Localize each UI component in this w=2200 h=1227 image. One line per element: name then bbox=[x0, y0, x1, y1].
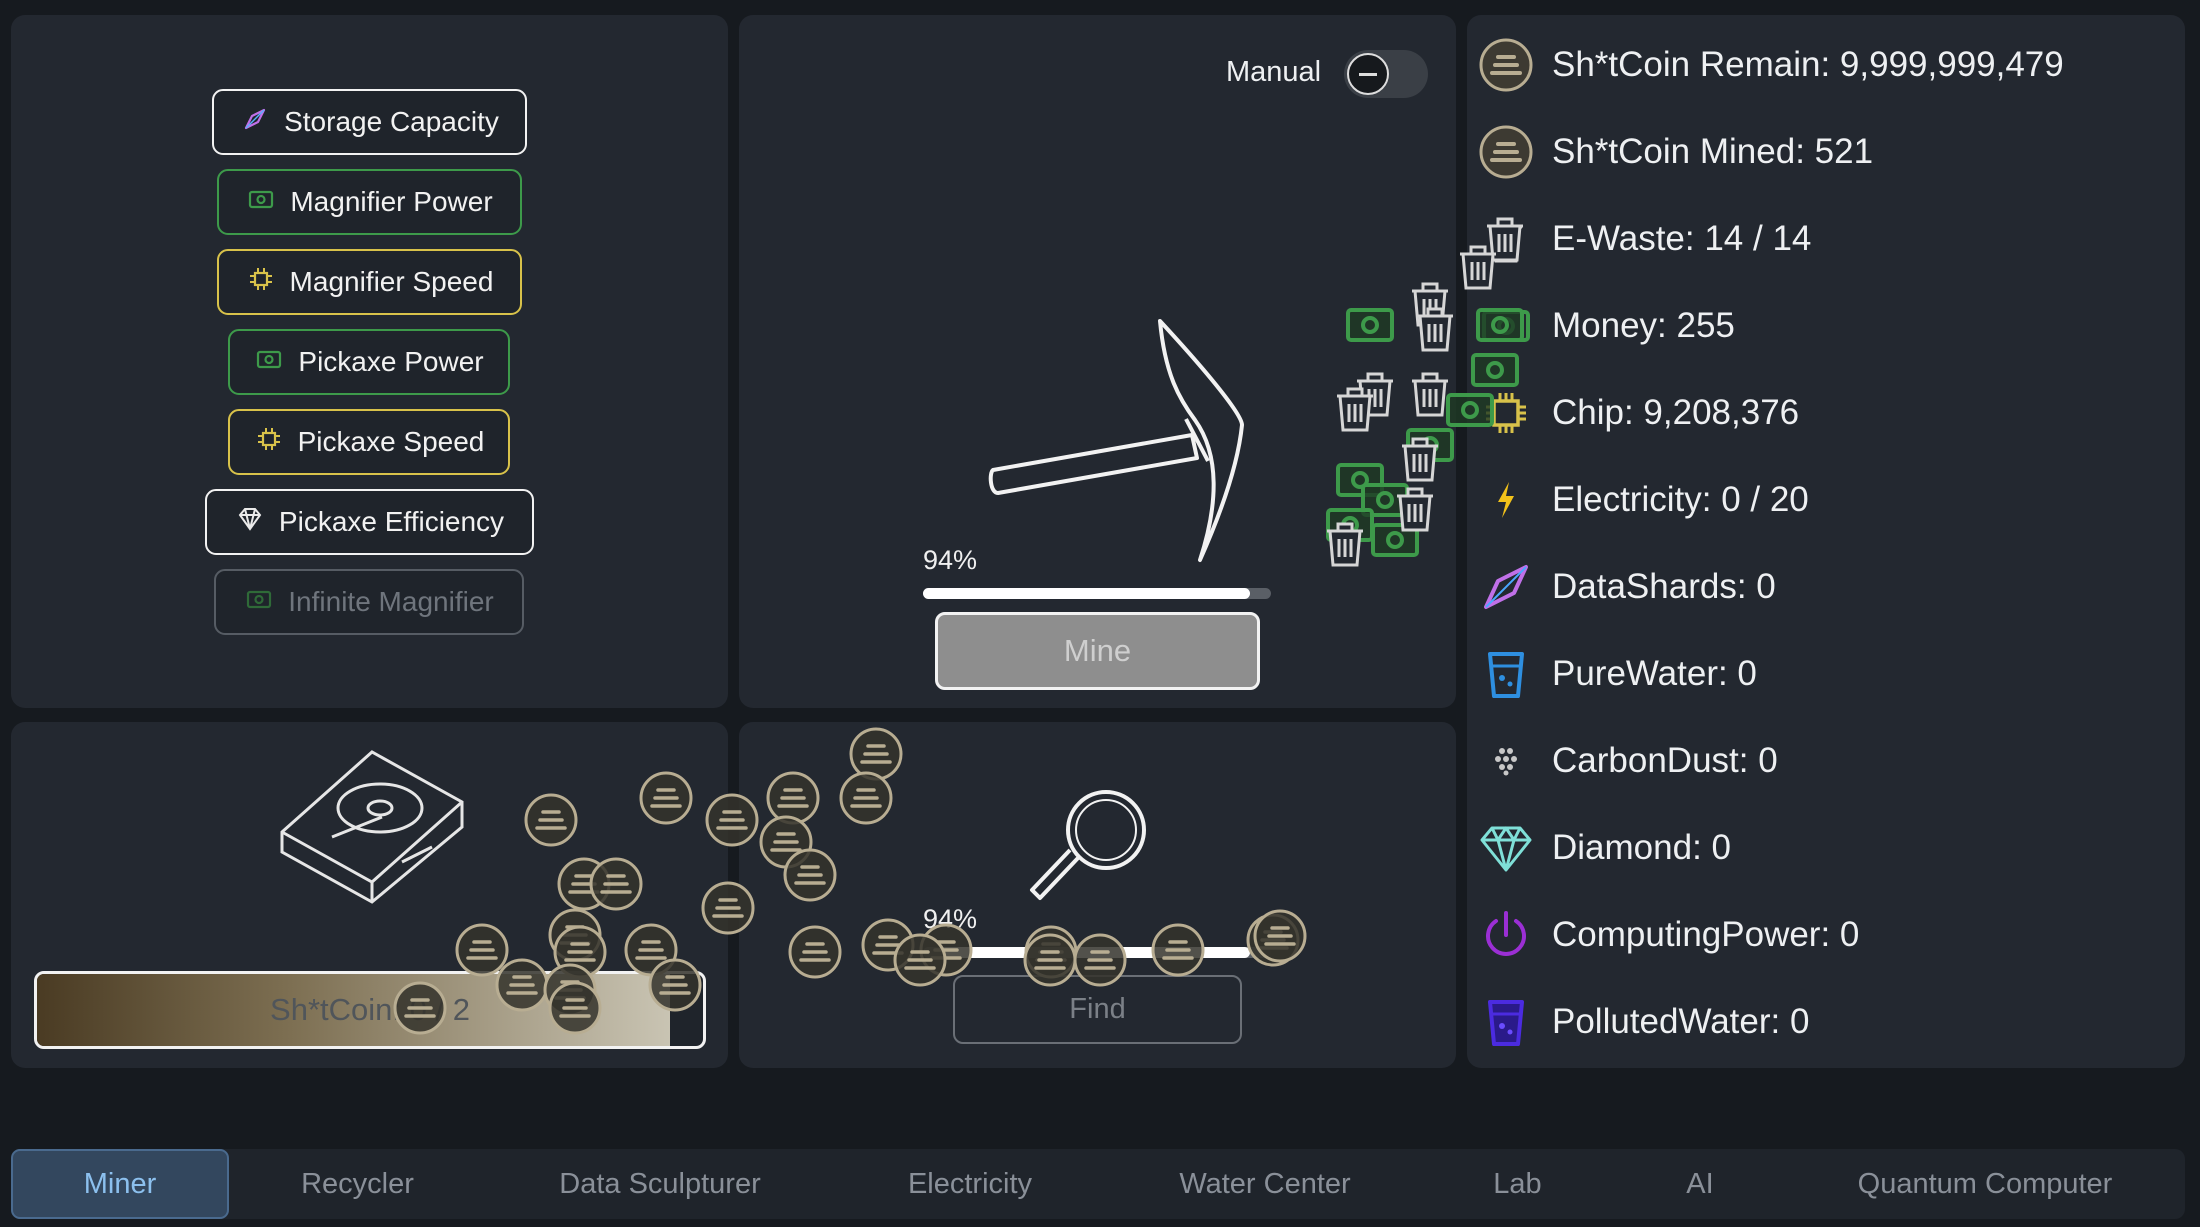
resource-datashards: DataShards: 0 bbox=[1476, 557, 1776, 617]
power-icon bbox=[1476, 905, 1536, 965]
manual-toggle-label: Manual bbox=[1226, 56, 1322, 88]
upgrade-magnifier-speed-button[interactable]: Magnifier Speed bbox=[217, 249, 522, 315]
upgrade-label: Magnifier Power bbox=[290, 186, 493, 217]
upgrade-label: Pickaxe Power bbox=[298, 346, 484, 377]
tab-miner[interactable]: Miner bbox=[11, 1149, 229, 1219]
tab-water-center[interactable]: Water Center bbox=[1150, 1149, 1380, 1219]
resource-label: Sh*tCoin Mined: 521 bbox=[1552, 132, 1874, 171]
upgrade-label: Pickaxe Efficiency bbox=[278, 506, 505, 537]
chip-icon bbox=[254, 424, 284, 461]
find-progress-fill bbox=[923, 947, 1251, 958]
bolt-icon bbox=[1476, 470, 1536, 530]
resource-diamond: Diamond: 0 bbox=[1476, 818, 1731, 878]
money-icon bbox=[244, 584, 274, 621]
coin-icon bbox=[1476, 35, 1536, 95]
polluted-water-icon bbox=[1476, 992, 1536, 1052]
mine-button[interactable]: Mine bbox=[935, 612, 1260, 690]
resource-shtcoin-mined: Sh*tCoin Mined: 521 bbox=[1476, 122, 1873, 182]
tab-ai[interactable]: AI bbox=[1640, 1149, 1760, 1219]
tab-recycler[interactable]: Recycler bbox=[250, 1149, 465, 1219]
resource-label: Money: 255 bbox=[1552, 306, 1735, 345]
resource-label: ComputingPower: 0 bbox=[1552, 915, 1860, 954]
resource-label: Chip: 9,208,376 bbox=[1552, 393, 1800, 432]
resource-label: Sh*tCoin Remain: 9,999,999,479 bbox=[1552, 45, 2064, 84]
water-glass-icon bbox=[1476, 644, 1536, 704]
tab-quantum-computer[interactable]: Quantum Computer bbox=[1820, 1149, 2150, 1219]
trash-icon bbox=[1476, 209, 1536, 269]
resource-label: Diamond: 0 bbox=[1552, 828, 1731, 867]
storage-label: Sh*tCoin: 0 / 2 bbox=[270, 992, 470, 1027]
upgrade-label: Pickaxe Speed bbox=[297, 426, 485, 457]
upgrade-pickaxe-power-button[interactable]: Pickaxe Power bbox=[228, 329, 510, 395]
upgrade-magnifier-power-button[interactable]: Magnifier Power bbox=[217, 169, 522, 235]
resource-shtcoin-remain: Sh*tCoin Remain: 9,999,999,479 bbox=[1476, 35, 2064, 95]
money-icon bbox=[246, 184, 276, 221]
diamond-icon bbox=[1476, 818, 1536, 878]
tab-data-sculpturer[interactable]: Data Sculpturer bbox=[530, 1149, 790, 1219]
dust-icon bbox=[1476, 731, 1536, 791]
upgrade-label: Infinite Magnifier bbox=[288, 586, 494, 617]
resource-pollutedwater: PollutedWater: 0 bbox=[1476, 992, 1809, 1052]
diamond-icon bbox=[235, 504, 265, 541]
find-button[interactable]: Find bbox=[953, 975, 1242, 1044]
resource-chip: Chip: 9,208,376 bbox=[1476, 383, 1799, 443]
resource-money: Money: 255 bbox=[1476, 296, 1735, 356]
upgrade-pickaxe-efficiency-button[interactable]: Pickaxe Efficiency bbox=[205, 489, 534, 555]
resource-label: PureWater: 0 bbox=[1552, 654, 1757, 693]
mine-progress-bar bbox=[923, 588, 1271, 599]
upgrade-storage-capacity-button[interactable]: Storage Capacity bbox=[212, 89, 527, 155]
money-icon bbox=[1476, 296, 1536, 356]
resource-carbondust: CarbonDust: 0 bbox=[1476, 731, 1778, 791]
money-icon bbox=[254, 344, 284, 381]
upgrade-pickaxe-speed-button[interactable]: Pickaxe Speed bbox=[228, 409, 510, 475]
chip-icon bbox=[246, 264, 276, 301]
resource-purewater: PureWater: 0 bbox=[1476, 644, 1757, 704]
resource-label: E-Waste: 14 / 14 bbox=[1552, 219, 1812, 258]
manual-toggle[interactable] bbox=[1344, 50, 1428, 98]
storage-bar: Sh*tCoin: 0 / 2 bbox=[34, 971, 706, 1049]
resource-label: Electricity: 0 / 20 bbox=[1552, 480, 1809, 519]
toggle-knob bbox=[1347, 53, 1389, 95]
upgrade-infinite-magnifier-button[interactable]: Infinite Magnifier bbox=[214, 569, 524, 635]
find-progress-bar bbox=[923, 947, 1271, 958]
tab-electricity[interactable]: Electricity bbox=[860, 1149, 1080, 1219]
resource-label: CarbonDust: 0 bbox=[1552, 741, 1778, 780]
mine-progress-text: 94% bbox=[923, 545, 978, 575]
resource-label: DataShards: 0 bbox=[1552, 567, 1776, 606]
resource-electricity: Electricity: 0 / 20 bbox=[1476, 470, 1809, 530]
resource-label: PollutedWater: 0 bbox=[1552, 1002, 1810, 1041]
coin-icon bbox=[1476, 122, 1536, 182]
upgrade-label: Magnifier Speed bbox=[289, 266, 494, 297]
resource-ewaste: E-Waste: 14 / 14 bbox=[1476, 209, 1811, 269]
chip-icon bbox=[1476, 383, 1536, 443]
datashard-icon bbox=[1476, 557, 1536, 617]
resource-computingpower: ComputingPower: 0 bbox=[1476, 905, 1859, 965]
datashard-icon bbox=[240, 104, 270, 141]
find-progress-text: 94% bbox=[923, 904, 978, 934]
upgrade-label: Storage Capacity bbox=[284, 106, 499, 137]
tab-lab[interactable]: Lab bbox=[1450, 1149, 1585, 1219]
mine-panel bbox=[739, 15, 1456, 708]
mine-progress-fill bbox=[923, 588, 1251, 599]
